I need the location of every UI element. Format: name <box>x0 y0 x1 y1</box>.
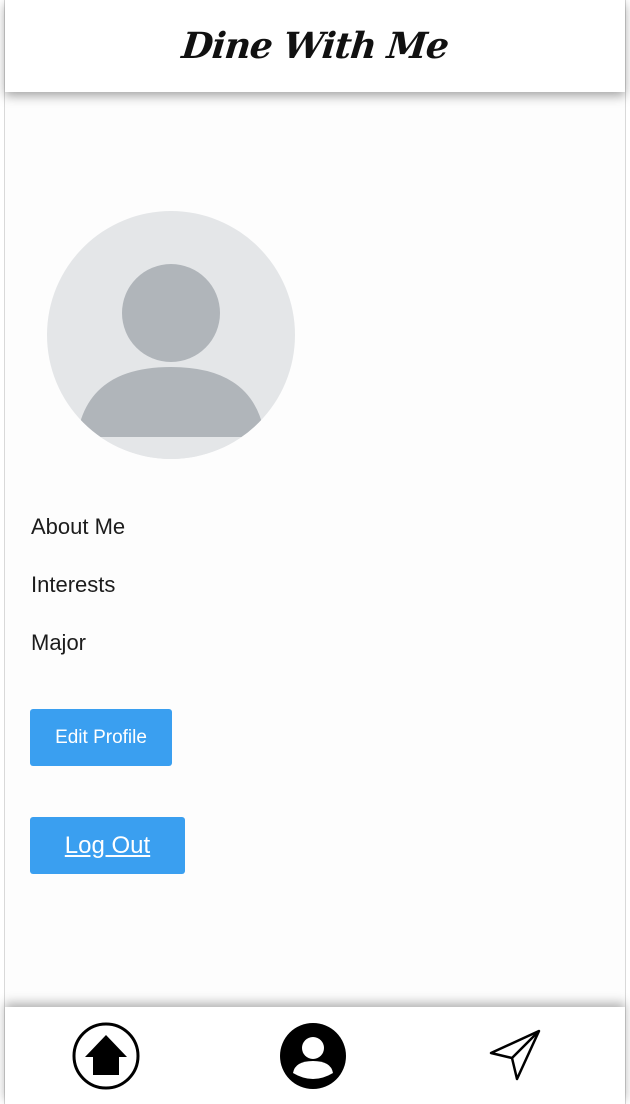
nav-profile-button[interactable] <box>278 1021 348 1091</box>
home-icon <box>72 1022 140 1090</box>
profile-avatar <box>47 211 295 459</box>
bottom-nav <box>5 1007 625 1104</box>
edit-profile-button[interactable]: Edit Profile <box>30 709 172 766</box>
major-label: Major <box>31 630 87 655</box>
default-avatar-icon <box>47 264 295 459</box>
profile-icon <box>280 1023 346 1089</box>
send-icon <box>489 1029 541 1081</box>
app-header: Dine With Me <box>5 0 625 92</box>
log-out-button[interactable]: Log Out <box>30 817 185 874</box>
app-frame: Dine With Me About Me Interests Major Ed… <box>4 0 626 1104</box>
about-me-label: About Me <box>31 514 126 539</box>
nav-send-button[interactable] <box>485 1025 545 1085</box>
app-title: Dine With Me <box>179 25 451 67</box>
interests-label: Interests <box>31 572 116 597</box>
nav-home-button[interactable] <box>71 1021 141 1091</box>
